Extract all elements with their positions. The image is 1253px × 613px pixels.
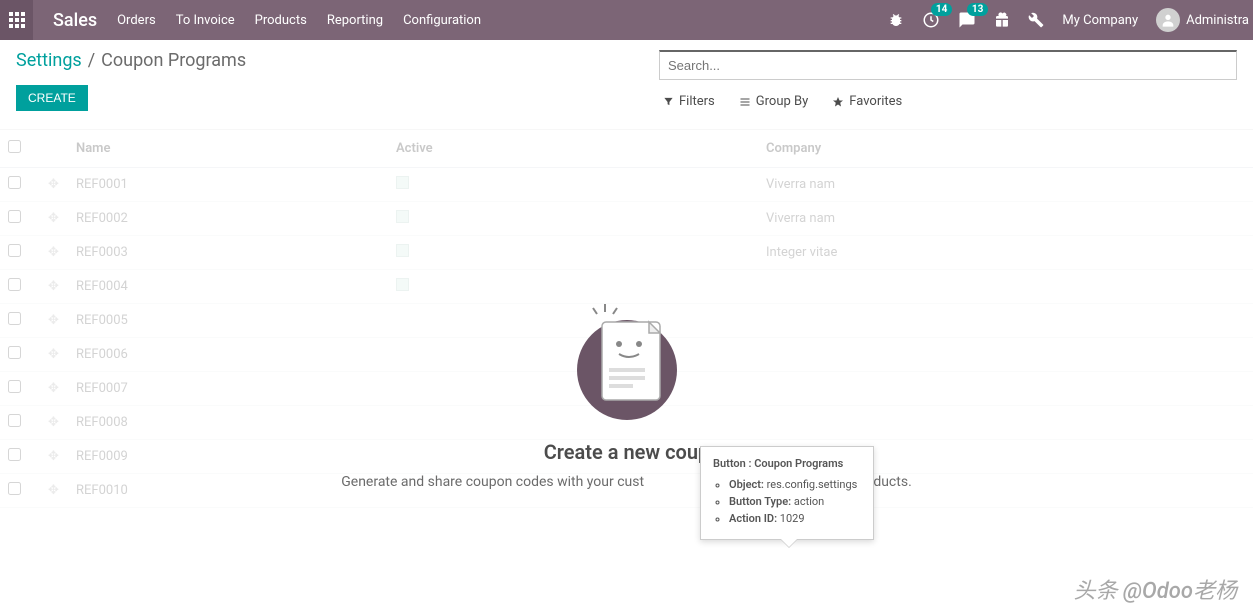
cell-name: REF0004: [68, 270, 388, 304]
topbar: Sales Orders To Invoice Products Reporti…: [0, 0, 1253, 40]
drag-handle-icon[interactable]: ✥: [48, 177, 59, 192]
drag-handle-icon[interactable]: ✥: [48, 245, 59, 260]
drag-handle-icon[interactable]: ✥: [48, 279, 59, 294]
create-button[interactable]: CREATE: [16, 85, 88, 111]
cell-name: REF0003: [68, 236, 388, 270]
menu-to-invoice[interactable]: To Invoice: [176, 13, 235, 28]
discuss-badge: 13: [967, 3, 988, 16]
control-panel: Settings/Coupon Programs CREATE Filters …: [0, 40, 1253, 130]
empty-title: Create a new coup: [544, 440, 710, 464]
menu-orders[interactable]: Orders: [117, 13, 156, 28]
column-company[interactable]: Company: [758, 130, 1253, 168]
search-input[interactable]: [660, 52, 1236, 79]
table-row[interactable]: ✥ REF0002 Viverra nam: [0, 202, 1253, 236]
user-name: Administra: [1186, 13, 1249, 28]
groupby-button[interactable]: Group By: [739, 94, 809, 109]
user-menu[interactable]: Administra: [1156, 8, 1249, 32]
drag-handle-icon[interactable]: ✥: [48, 211, 59, 226]
cell-active: [388, 202, 758, 236]
activities-badge: 14: [931, 3, 952, 16]
debug-icon[interactable]: [888, 12, 904, 28]
table-row[interactable]: ✥ REF0001 Viverra nam: [0, 168, 1253, 202]
gift-icon[interactable]: [994, 12, 1010, 28]
tooltip-title: Button : Coupon Programs: [713, 457, 861, 470]
company-selector[interactable]: My Company: [1062, 13, 1138, 28]
breadcrumb-current: Coupon Programs: [101, 50, 246, 71]
column-active[interactable]: Active: [388, 130, 758, 168]
debug-tooltip: Button : Coupon Programs Object: res.con…: [700, 446, 874, 540]
activities-icon[interactable]: 14: [922, 11, 940, 29]
table-row[interactable]: ✥ REF0004: [0, 270, 1253, 304]
list-icon: [739, 96, 751, 108]
app-name[interactable]: Sales: [33, 10, 117, 31]
main-menu: Orders To Invoice Products Reporting Con…: [117, 13, 481, 28]
favorites-button[interactable]: Favorites: [832, 94, 902, 109]
cell-name: REF0001: [68, 168, 388, 202]
row-checkbox[interactable]: [8, 210, 21, 223]
cell-company: Integer vitae: [758, 236, 1253, 270]
cell-active: [388, 270, 758, 304]
table-row[interactable]: ✥ REF0003 Integer vitae: [0, 236, 1253, 270]
row-checkbox[interactable]: [8, 176, 21, 189]
filter-icon: [663, 96, 674, 107]
apps-icon[interactable]: [0, 0, 33, 40]
cell-active: [388, 168, 758, 202]
tools-icon[interactable]: [1028, 12, 1044, 28]
discuss-icon[interactable]: 13: [958, 11, 976, 29]
menu-reporting[interactable]: Reporting: [327, 13, 383, 28]
cell-name: REF0002: [68, 202, 388, 236]
cell-company: Viverra nam: [758, 168, 1253, 202]
breadcrumb: Settings/Coupon Programs: [16, 50, 246, 71]
systray: 14 13 My Company Administra: [888, 8, 1253, 32]
empty-state: Create a new coup Generate and share cou…: [0, 300, 1253, 490]
select-all-checkbox[interactable]: [8, 140, 21, 153]
empty-folder-icon: [567, 300, 687, 420]
row-checkbox[interactable]: [8, 244, 21, 257]
menu-configuration[interactable]: Configuration: [403, 13, 481, 28]
cell-company: Viverra nam: [758, 202, 1253, 236]
watermark: 头条 @Odoo老杨: [1074, 573, 1238, 605]
column-name[interactable]: Name: [68, 130, 388, 168]
search-options: Filters Group By Favorites: [659, 94, 1237, 109]
breadcrumb-parent[interactable]: Settings: [16, 50, 82, 71]
search-box[interactable]: [659, 50, 1237, 80]
cell-active: [388, 236, 758, 270]
avatar: [1156, 8, 1180, 32]
menu-products[interactable]: Products: [255, 13, 307, 28]
cell-company: [758, 270, 1253, 304]
row-checkbox[interactable]: [8, 278, 21, 291]
filters-button[interactable]: Filters: [663, 94, 715, 109]
star-icon: [832, 96, 844, 108]
